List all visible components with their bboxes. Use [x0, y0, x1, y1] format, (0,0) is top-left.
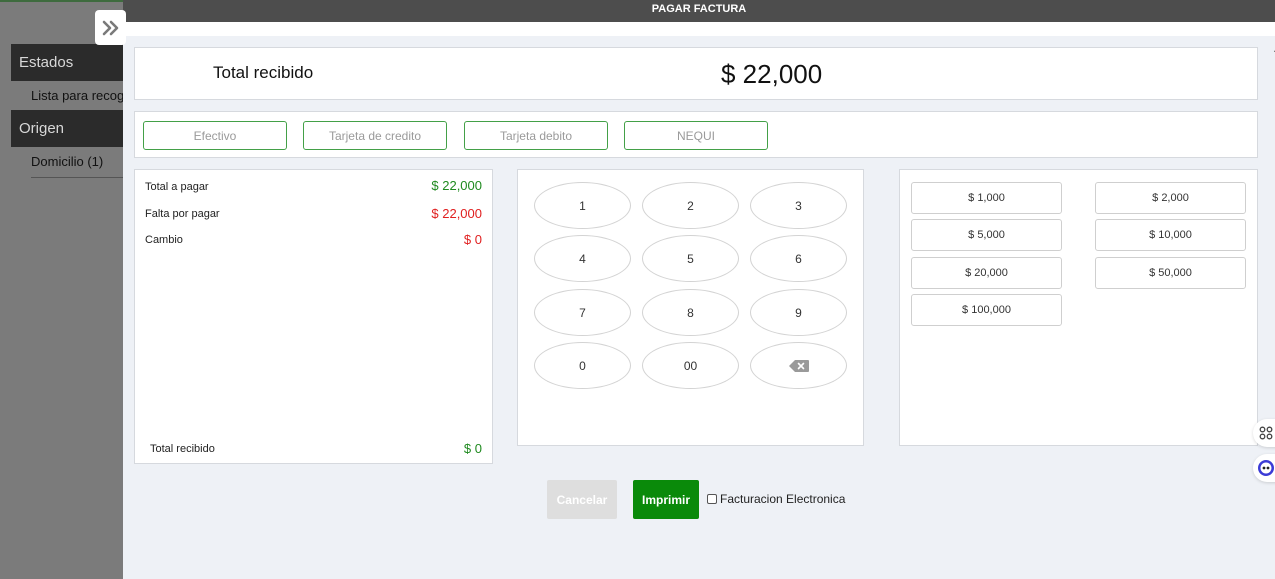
cancel-button[interactable]: Cancelar: [547, 480, 617, 519]
key-8[interactable]: 8: [642, 289, 739, 336]
modal-header-strip: [123, 22, 1275, 36]
quick-amounts-panel: $ 1,000 $ 2,000 $ 5,000 $ 10,000 $ 20,00…: [899, 169, 1258, 446]
remaining-value: $ 22,000: [431, 206, 482, 221]
assistant-widget[interactable]: [1253, 454, 1275, 482]
key-2[interactable]: 2: [642, 182, 739, 229]
quick-amount-20000[interactable]: $ 20,000: [911, 257, 1062, 289]
sidebar-top-accent: [0, 0, 123, 2]
assistant-bot-icon: [1258, 460, 1274, 476]
double-chevron-right-icon: [102, 20, 118, 35]
key-4[interactable]: 4: [534, 235, 631, 282]
quick-amount-2000[interactable]: $ 2,000: [1095, 182, 1246, 214]
key-3[interactable]: 3: [750, 182, 847, 229]
electronic-invoice-checkbox[interactable]: [707, 494, 717, 504]
quick-amount-50000[interactable]: $ 50,000: [1095, 257, 1246, 289]
total-to-pay-value: $ 22,000: [431, 178, 482, 193]
print-button[interactable]: Imprimir: [633, 480, 699, 519]
total-received-label: Total recibido: [213, 63, 314, 82]
summary-total-received-label: Total recibido: [150, 443, 215, 455]
quick-amount-100000[interactable]: $ 100,000: [911, 294, 1062, 326]
change-value: $ 0: [463, 232, 482, 247]
payment-summary-panel: Total a pagar $ 22,000 Falta por pagar $…: [134, 169, 493, 464]
total-to-pay-label: Total a pagar: [145, 181, 209, 193]
quick-amount-5000[interactable]: $ 5,000: [911, 219, 1062, 251]
payment-methods-panel: Efectivo Tarjeta de credito Tarjeta debi…: [134, 111, 1258, 158]
quick-amount-10000[interactable]: $ 10,000: [1095, 219, 1246, 251]
sidebar-divider: [31, 177, 123, 178]
key-5[interactable]: 5: [642, 235, 739, 282]
electronic-invoice-option[interactable]: Facturacion Electronica: [707, 492, 845, 506]
backspace-icon: [788, 359, 809, 372]
sidebar-section-origen[interactable]: Origen: [11, 110, 123, 147]
sidebar-item-domicilio[interactable]: Domicilio (1): [31, 154, 123, 169]
sidebar-item-lista-para-recoger[interactable]: Lista para recoger: [31, 88, 123, 103]
key-1[interactable]: 1: [534, 182, 631, 229]
modal-title: PAGAR FACTURA: [123, 0, 1275, 22]
sidebar: Estados Lista para recoger Origen Domici…: [0, 0, 123, 579]
apps-grid-widget[interactable]: [1253, 419, 1275, 447]
key-backspace[interactable]: [750, 342, 847, 389]
method-nequi-button[interactable]: NEQUI: [624, 121, 768, 150]
total-received-amount: $ 22,000: [721, 59, 823, 89]
remaining-label: Falta por pagar: [145, 208, 220, 220]
collapse-sidebar-button[interactable]: [95, 10, 126, 45]
electronic-invoice-label: Facturacion Electronica: [720, 492, 846, 506]
key-9[interactable]: 9: [750, 289, 847, 336]
key-6[interactable]: 6: [750, 235, 847, 282]
total-received-panel: Total recibido $ 22,000: [134, 47, 1258, 100]
summary-total-received-value: $ 0: [463, 441, 482, 456]
quick-amount-1000[interactable]: $ 1,000: [911, 182, 1062, 214]
key-7[interactable]: 7: [534, 289, 631, 336]
apps-grid-icon: [1259, 426, 1273, 440]
method-tarjeta-credito-button[interactable]: Tarjeta de credito: [303, 121, 447, 150]
sidebar-section-estados[interactable]: Estados: [11, 44, 123, 81]
pay-invoice-modal: PAGAR FACTURA Total recibido $ 22,000 Ef…: [123, 0, 1275, 579]
key-00[interactable]: 00: [642, 342, 739, 389]
numeric-keypad-panel: 1 2 3 4 5 6 7 8 9 0 00: [517, 169, 864, 446]
method-efectivo-button[interactable]: Efectivo: [143, 121, 287, 150]
method-tarjeta-debito-button[interactable]: Tarjeta debito: [464, 121, 608, 150]
change-label: Cambio: [145, 234, 183, 246]
key-0[interactable]: 0: [534, 342, 631, 389]
